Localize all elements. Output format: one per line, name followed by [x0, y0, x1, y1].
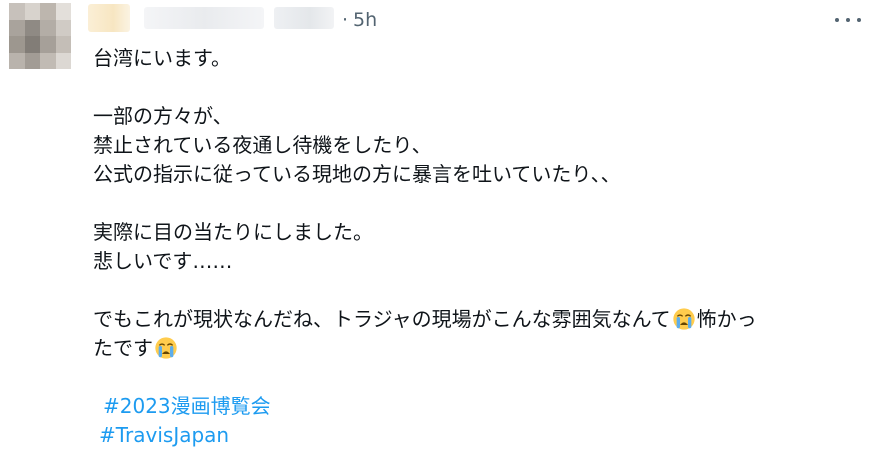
- tweet-line: 実際に目の当たりにしました。: [93, 220, 373, 244]
- more-horizontal-icon[interactable]: [835, 10, 861, 30]
- tweet-line: 悲しいです……: [93, 249, 233, 273]
- tweet-line-text: でもこれが現状なんだね、トラジャの現場がこんな雰囲気なんて: [93, 307, 671, 331]
- time-separator: ·: [342, 9, 349, 31]
- tweet-line-text: 怖かっ: [696, 307, 757, 331]
- tweet-line: 公式の指示に従っている現地の方に暴言を吐いていたり、、: [93, 162, 621, 186]
- hashtag-link[interactable]: #2023漫画博覧会: [93, 392, 271, 421]
- tweet-line: たです: [93, 334, 873, 363]
- hashtag-line: #TravisJapan: [93, 421, 873, 450]
- hashtag-link[interactable]: #TravisJapan: [93, 421, 229, 450]
- tweet-text: 台湾にいます。 一部の方々が、 禁止されている夜通し待機をしたり、 公式の指示に…: [93, 44, 873, 450]
- tweet-line: でもこれが現状なんだね、トラジャの現場がこんな雰囲気なんて 怖かっ: [93, 305, 873, 334]
- loudly-crying-face-emoji: [155, 337, 177, 359]
- tweet-line: 台湾にいます。: [93, 46, 231, 70]
- tweet-line: 禁止されている夜通し待機をしたり、: [93, 133, 432, 157]
- tweet-line-text: たです: [93, 336, 153, 360]
- hashtag-line: #2023漫画博覧会: [93, 392, 873, 421]
- blurred-user-name[interactable]: [88, 1, 340, 35]
- tweet-line: 一部の方々が、: [93, 104, 233, 128]
- tweet-card[interactable]: · 5h 台湾にいます。 一部の方々が、 禁止されている夜通し待機をしたり、 公…: [0, 0, 889, 466]
- tweet-timestamp[interactable]: 5h: [353, 9, 377, 31]
- loudly-crying-face-emoji: [672, 308, 695, 330]
- tweet-meta: · 5h: [342, 9, 377, 31]
- avatar[interactable]: [9, 3, 71, 69]
